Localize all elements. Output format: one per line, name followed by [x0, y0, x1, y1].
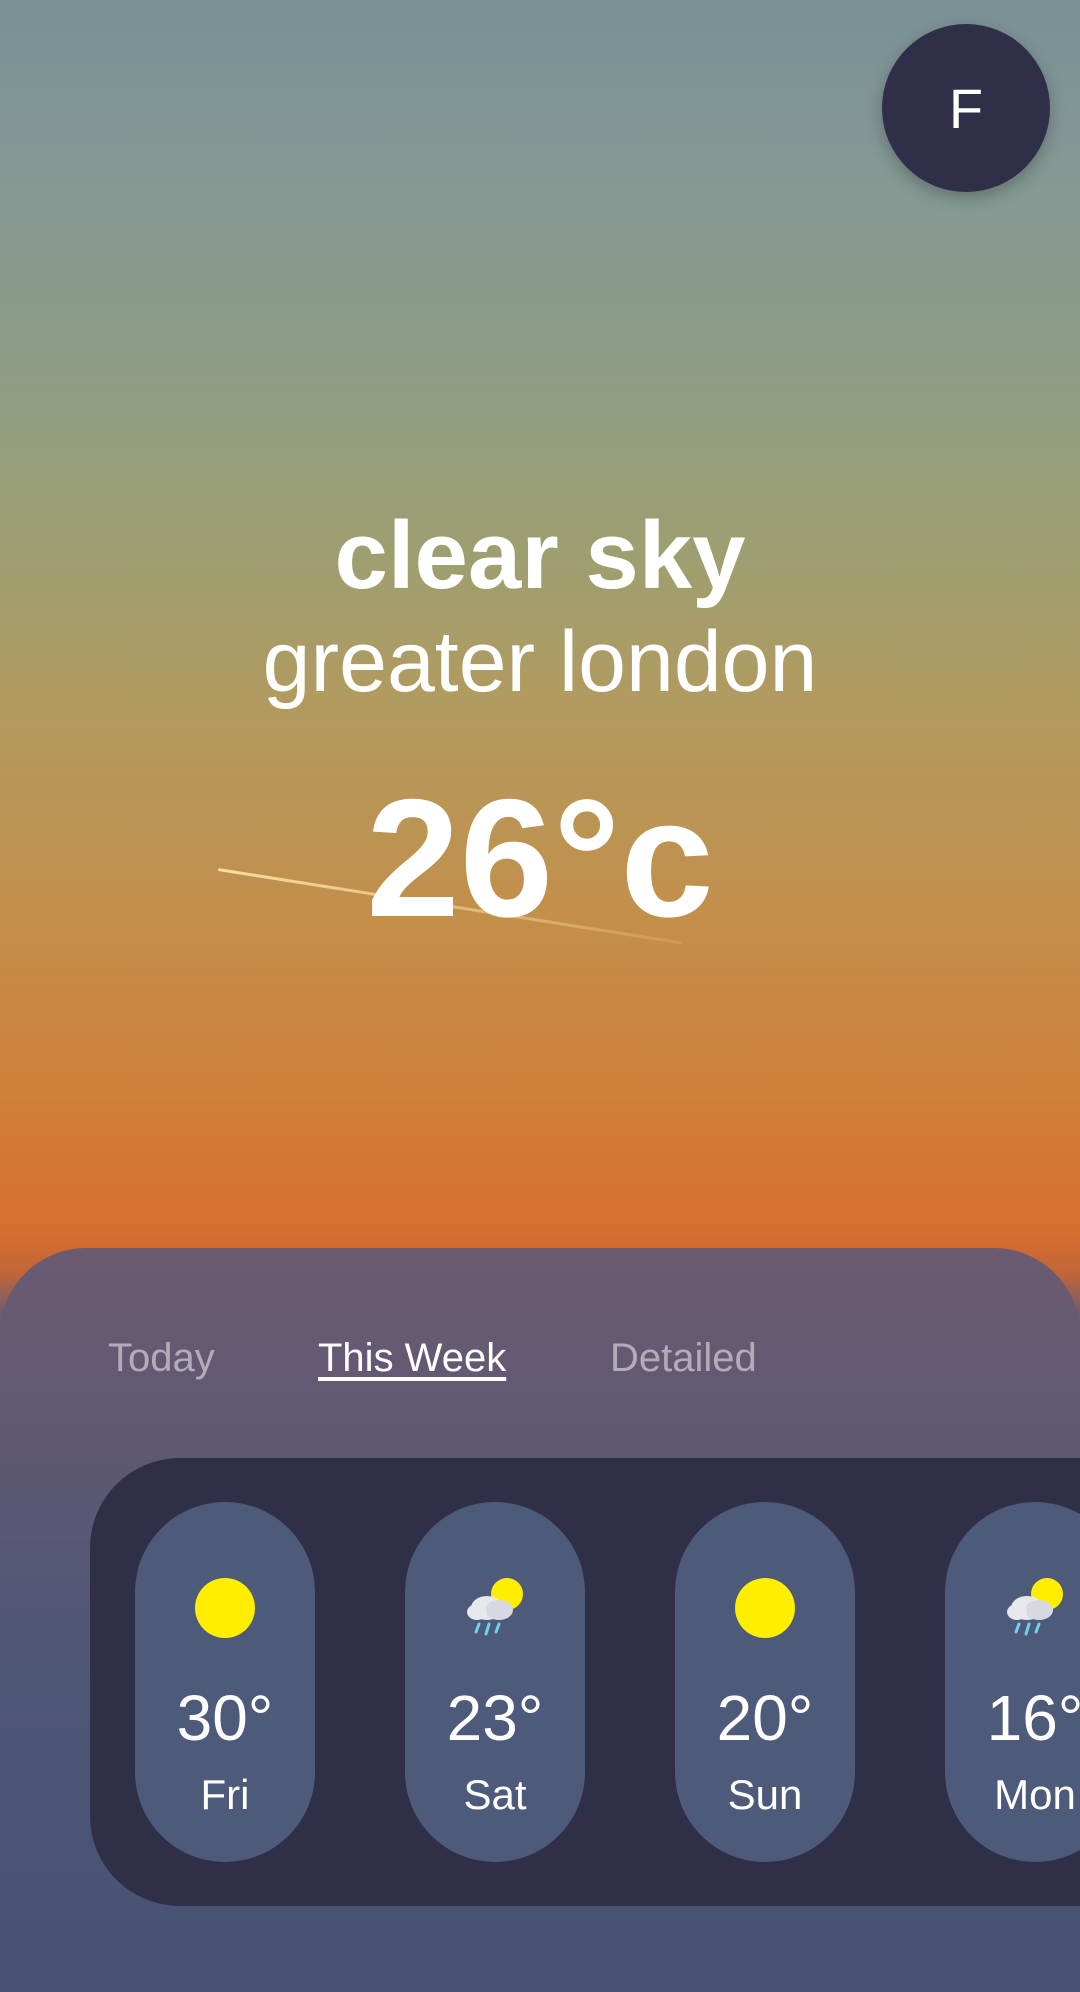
day-card-fri[interactable]: 30° Fri	[135, 1502, 315, 1862]
day-temperature: 23°	[446, 1682, 544, 1754]
rain-sun-cloud-icon	[1007, 1578, 1063, 1636]
day-temperature: 20°	[716, 1682, 814, 1754]
tab-today[interactable]: Today	[108, 1328, 215, 1388]
weather-condition: clear sky	[334, 502, 746, 609]
weekly-forecast-panel[interactable]: 30° Fri 23° Sat 20° Sun 16° Mon	[90, 1458, 1080, 1906]
sun-icon	[195, 1578, 255, 1638]
profile-avatar-button[interactable]: F	[882, 24, 1050, 192]
avatar-initial: F	[948, 76, 984, 140]
day-card-sat[interactable]: 23° Sat	[405, 1502, 585, 1862]
day-temperature: 16°	[986, 1682, 1080, 1754]
rain-sun-cloud-icon	[467, 1578, 523, 1636]
forecast-sheet: Today This Week Detailed 30° Fri 23° Sat…	[0, 1248, 1080, 1992]
day-label: Fri	[200, 1771, 250, 1818]
day-temperature: 30°	[176, 1682, 274, 1754]
day-card-mon[interactable]: 16° Mon	[945, 1502, 1080, 1862]
current-temperature: 26°c	[366, 764, 714, 952]
current-weather: clear sky greater london 26°c	[0, 500, 1080, 948]
sun-icon	[735, 1578, 795, 1638]
day-label: Sun	[727, 1771, 803, 1818]
day-card-sun[interactable]: 20° Sun	[675, 1502, 855, 1862]
weather-screen: F clear sky greater london 26°c Today Th…	[0, 0, 1080, 1992]
day-label: Mon	[994, 1771, 1076, 1818]
tab-this-week[interactable]: This Week	[318, 1328, 506, 1388]
tab-detailed[interactable]: Detailed	[610, 1328, 757, 1388]
weather-location: greater london	[262, 614, 818, 710]
forecast-tabs: Today This Week Detailed	[0, 1328, 1080, 1388]
day-label: Sat	[463, 1771, 527, 1818]
